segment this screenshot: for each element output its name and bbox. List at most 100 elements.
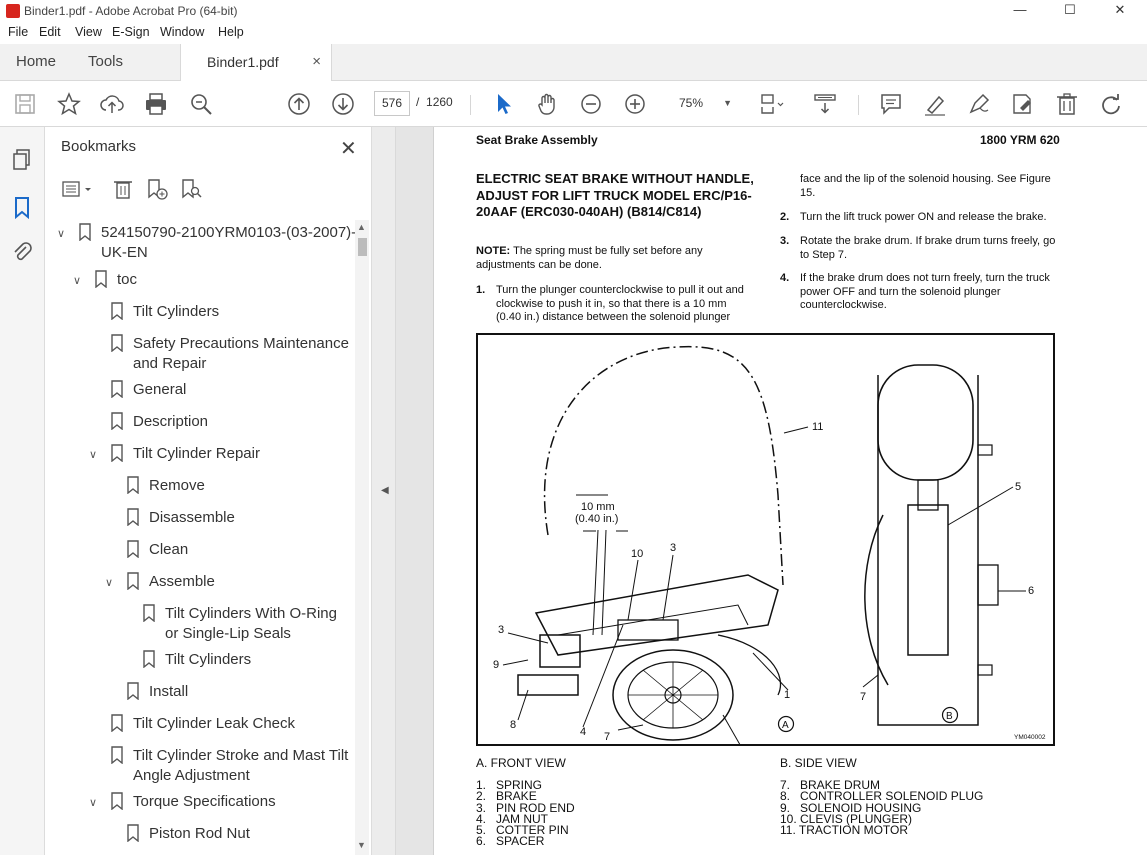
bookmark-item[interactable]: Tilt Cylinders With O-Ring or Single-Lip… [45,604,350,644]
scroll-down-icon[interactable]: ▼ [357,840,366,850]
menu-file[interactable]: File [8,25,28,39]
tab-home[interactable]: Home [16,44,56,81]
comment-icon[interactable] [878,91,904,117]
print-icon[interactable] [143,91,169,117]
bookmark-flag-icon [127,476,139,494]
close-window-button[interactable]: ✕ [1100,2,1140,18]
bookmark-item[interactable]: ∨ Tilt Cylinder Repair [45,444,350,464]
bookmarks-panel-title: Bookmarks [61,138,137,155]
star-icon[interactable] [56,91,82,117]
close-icon[interactable]: ✕ [340,136,357,161]
bookmark-item[interactable]: Tilt Cylinder Leak Check [45,714,350,734]
bookmark-flag-icon [127,572,139,590]
bookmark-flag-icon [79,223,91,241]
menu-view[interactable]: View [75,25,102,39]
bookmark-item[interactable]: Remove [45,476,350,496]
bookmark-flag-icon [111,380,123,398]
bookmarks-scrollbar[interactable]: ▲ ▼ [355,220,369,855]
bookmark-label: Assemble [149,573,215,590]
page-header-right: 1800 YRM 620 [980,133,1060,147]
step-1-continued: face and the lip of the solenoid housing… [780,173,1062,201]
step-text: Turn the plunger counterclockwise to pul… [496,284,744,323]
callout-label: 8 [510,719,516,731]
bookmark-item[interactable]: ∨ 524150790-2100YRM0103-(03-2007)- UK-EN [45,223,355,263]
trash-icon[interactable] [1054,91,1080,117]
expand-chevron-icon[interactable]: ∨ [105,573,119,593]
scroll-mode-icon[interactable] [812,91,838,117]
page-count: / 1260 [416,95,453,109]
hand-tool-icon[interactable] [534,91,560,117]
draw-pen-icon[interactable] [966,91,992,117]
step-text: face and the lip of the solenoid housing… [800,173,1051,199]
menu-edit[interactable]: Edit [39,25,61,39]
bookmarks-toolbar [59,175,359,203]
bookmark-item[interactable]: General [45,380,350,400]
expand-chevron-icon[interactable]: ∨ [89,445,103,465]
menu-window[interactable]: Window [160,25,204,39]
tab-close-icon[interactable]: × [312,44,321,80]
bookmark-item[interactable]: ∨ Assemble [45,572,350,592]
bookmark-item[interactable]: Tilt Cylinders [45,302,350,322]
bookmark-flag-icon [95,270,107,288]
bookmark-options-menu[interactable] [61,177,95,201]
upload-cloud-icon[interactable] [99,91,125,117]
step-text: If the brake drum does not turn freely, … [800,272,1050,311]
scrollbar-thumb[interactable] [358,238,367,256]
tab-document[interactable]: Binder1.pdf × [180,44,332,82]
delete-bookmark-icon[interactable] [111,177,135,201]
fit-page-icon[interactable] [758,91,784,117]
bookmark-item[interactable]: ∨ Torque Specifications [45,792,350,812]
menu-esign[interactable]: E-Sign [112,25,150,39]
new-bookmark-icon[interactable] [145,177,169,201]
step-number: 1. [476,284,486,296]
zoom-out-icon[interactable] [578,91,604,117]
bookmark-item[interactable]: Tilt Cylinder Stroke and Mast Tilt Angle… [45,746,350,786]
bookmarks-panel-icon[interactable] [10,195,34,220]
bookmark-item[interactable]: ∨ toc [45,270,350,290]
bookmark-label: Install [149,683,189,700]
caption-front-view: A. FRONT VIEW [476,756,566,770]
zoom-level-select[interactable]: 75% ▼ [666,91,740,116]
minimize-button[interactable]: — [1000,2,1040,17]
panel-collapse-handle[interactable]: ◀ [372,127,396,855]
collapse-arrow-icon: ◀ [381,485,389,496]
bookmark-label: Torque Specifications [133,793,276,810]
bookmark-flag-icon [127,508,139,526]
bookmark-flag-icon [111,412,123,430]
select-cursor-icon[interactable] [490,91,516,117]
zoom-in-icon[interactable] [622,91,648,117]
sign-document-icon[interactable] [1010,91,1036,117]
step-number: 4. [780,272,790,284]
scroll-up-icon[interactable]: ▲ [357,222,366,232]
menu-help[interactable]: Help [218,25,244,39]
document-viewport[interactable]: Seat Brake Assembly 1800 YRM 620 ELECTRI… [396,127,1147,855]
bookmark-label: Disassemble [149,509,235,526]
bookmark-item[interactable]: Description [45,412,350,432]
attachments-icon[interactable] [10,239,34,263]
bookmark-item[interactable]: Disassemble [45,508,350,528]
bookmark-item[interactable]: Piston Rod Nut [45,824,350,844]
step-text: Rotate the brake drum. If brake drum tur… [800,235,1056,261]
zoom-search-icon[interactable] [188,91,214,117]
bookmark-item[interactable]: Clean [45,540,350,560]
find-bookmark-icon[interactable] [179,177,203,201]
page-number-input[interactable]: 576 [374,91,410,116]
highlight-pen-icon[interactable] [922,91,948,117]
pdf-page: Seat Brake Assembly 1800 YRM 620 ELECTRI… [433,127,1147,855]
expand-chevron-icon[interactable]: ∨ [57,224,71,244]
view-b-label: B [946,711,953,722]
next-page-icon[interactable] [330,91,356,117]
bookmark-item[interactable]: Safety Precautions Maintenance and Repai… [45,334,350,374]
page-thumbnails-icon[interactable] [10,147,34,171]
prev-page-icon[interactable] [286,91,312,117]
bookmark-label: Tilt Cylinder Stroke and Mast Tilt Angle… [133,747,349,784]
expand-chevron-icon[interactable]: ∨ [89,793,103,813]
bookmark-item[interactable]: Tilt Cylinders [45,650,350,670]
save-icon[interactable] [12,91,38,117]
expand-chevron-icon[interactable]: ∨ [73,271,87,291]
legend-item: 11. TRACTION MOTOR [780,823,909,838]
tab-tools[interactable]: Tools [88,44,123,81]
bookmark-item[interactable]: Install [45,682,350,702]
redo-icon[interactable] [1098,91,1124,117]
maximize-button[interactable]: ☐ [1050,2,1090,18]
